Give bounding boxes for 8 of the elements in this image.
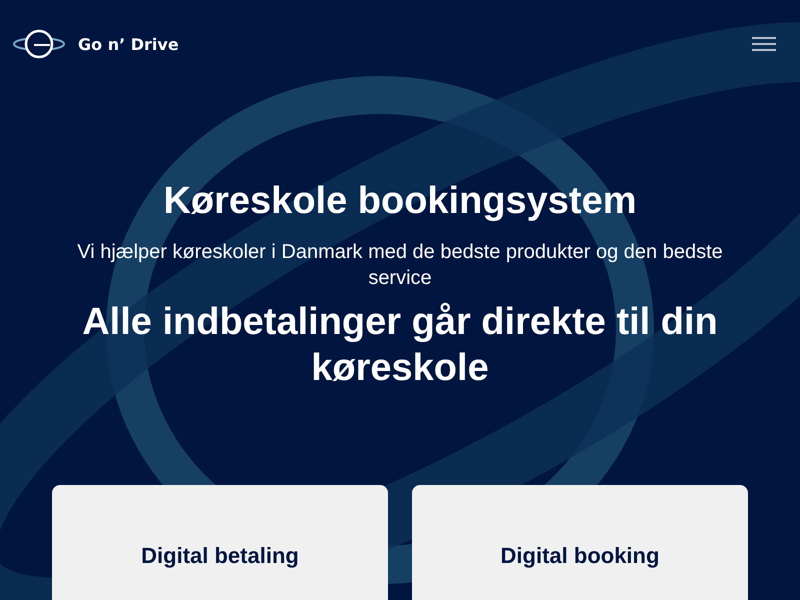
menu-icon[interactable] [752, 35, 776, 53]
logo-icon [12, 28, 66, 60]
card-title: Digital betaling [140, 543, 300, 569]
hero-headline: Alle indbetalinger går direkte til din køreskole [81, 300, 719, 391]
card-title: Digital booking [500, 543, 660, 569]
brand-name: Go n’ Drive [78, 34, 179, 54]
hero-title: Køreskole bookingsystem [162, 180, 638, 223]
hero-subtitle: Vi hjælper køreskoler i Danmark med de bedste produkter og den bedste service [76, 240, 724, 291]
